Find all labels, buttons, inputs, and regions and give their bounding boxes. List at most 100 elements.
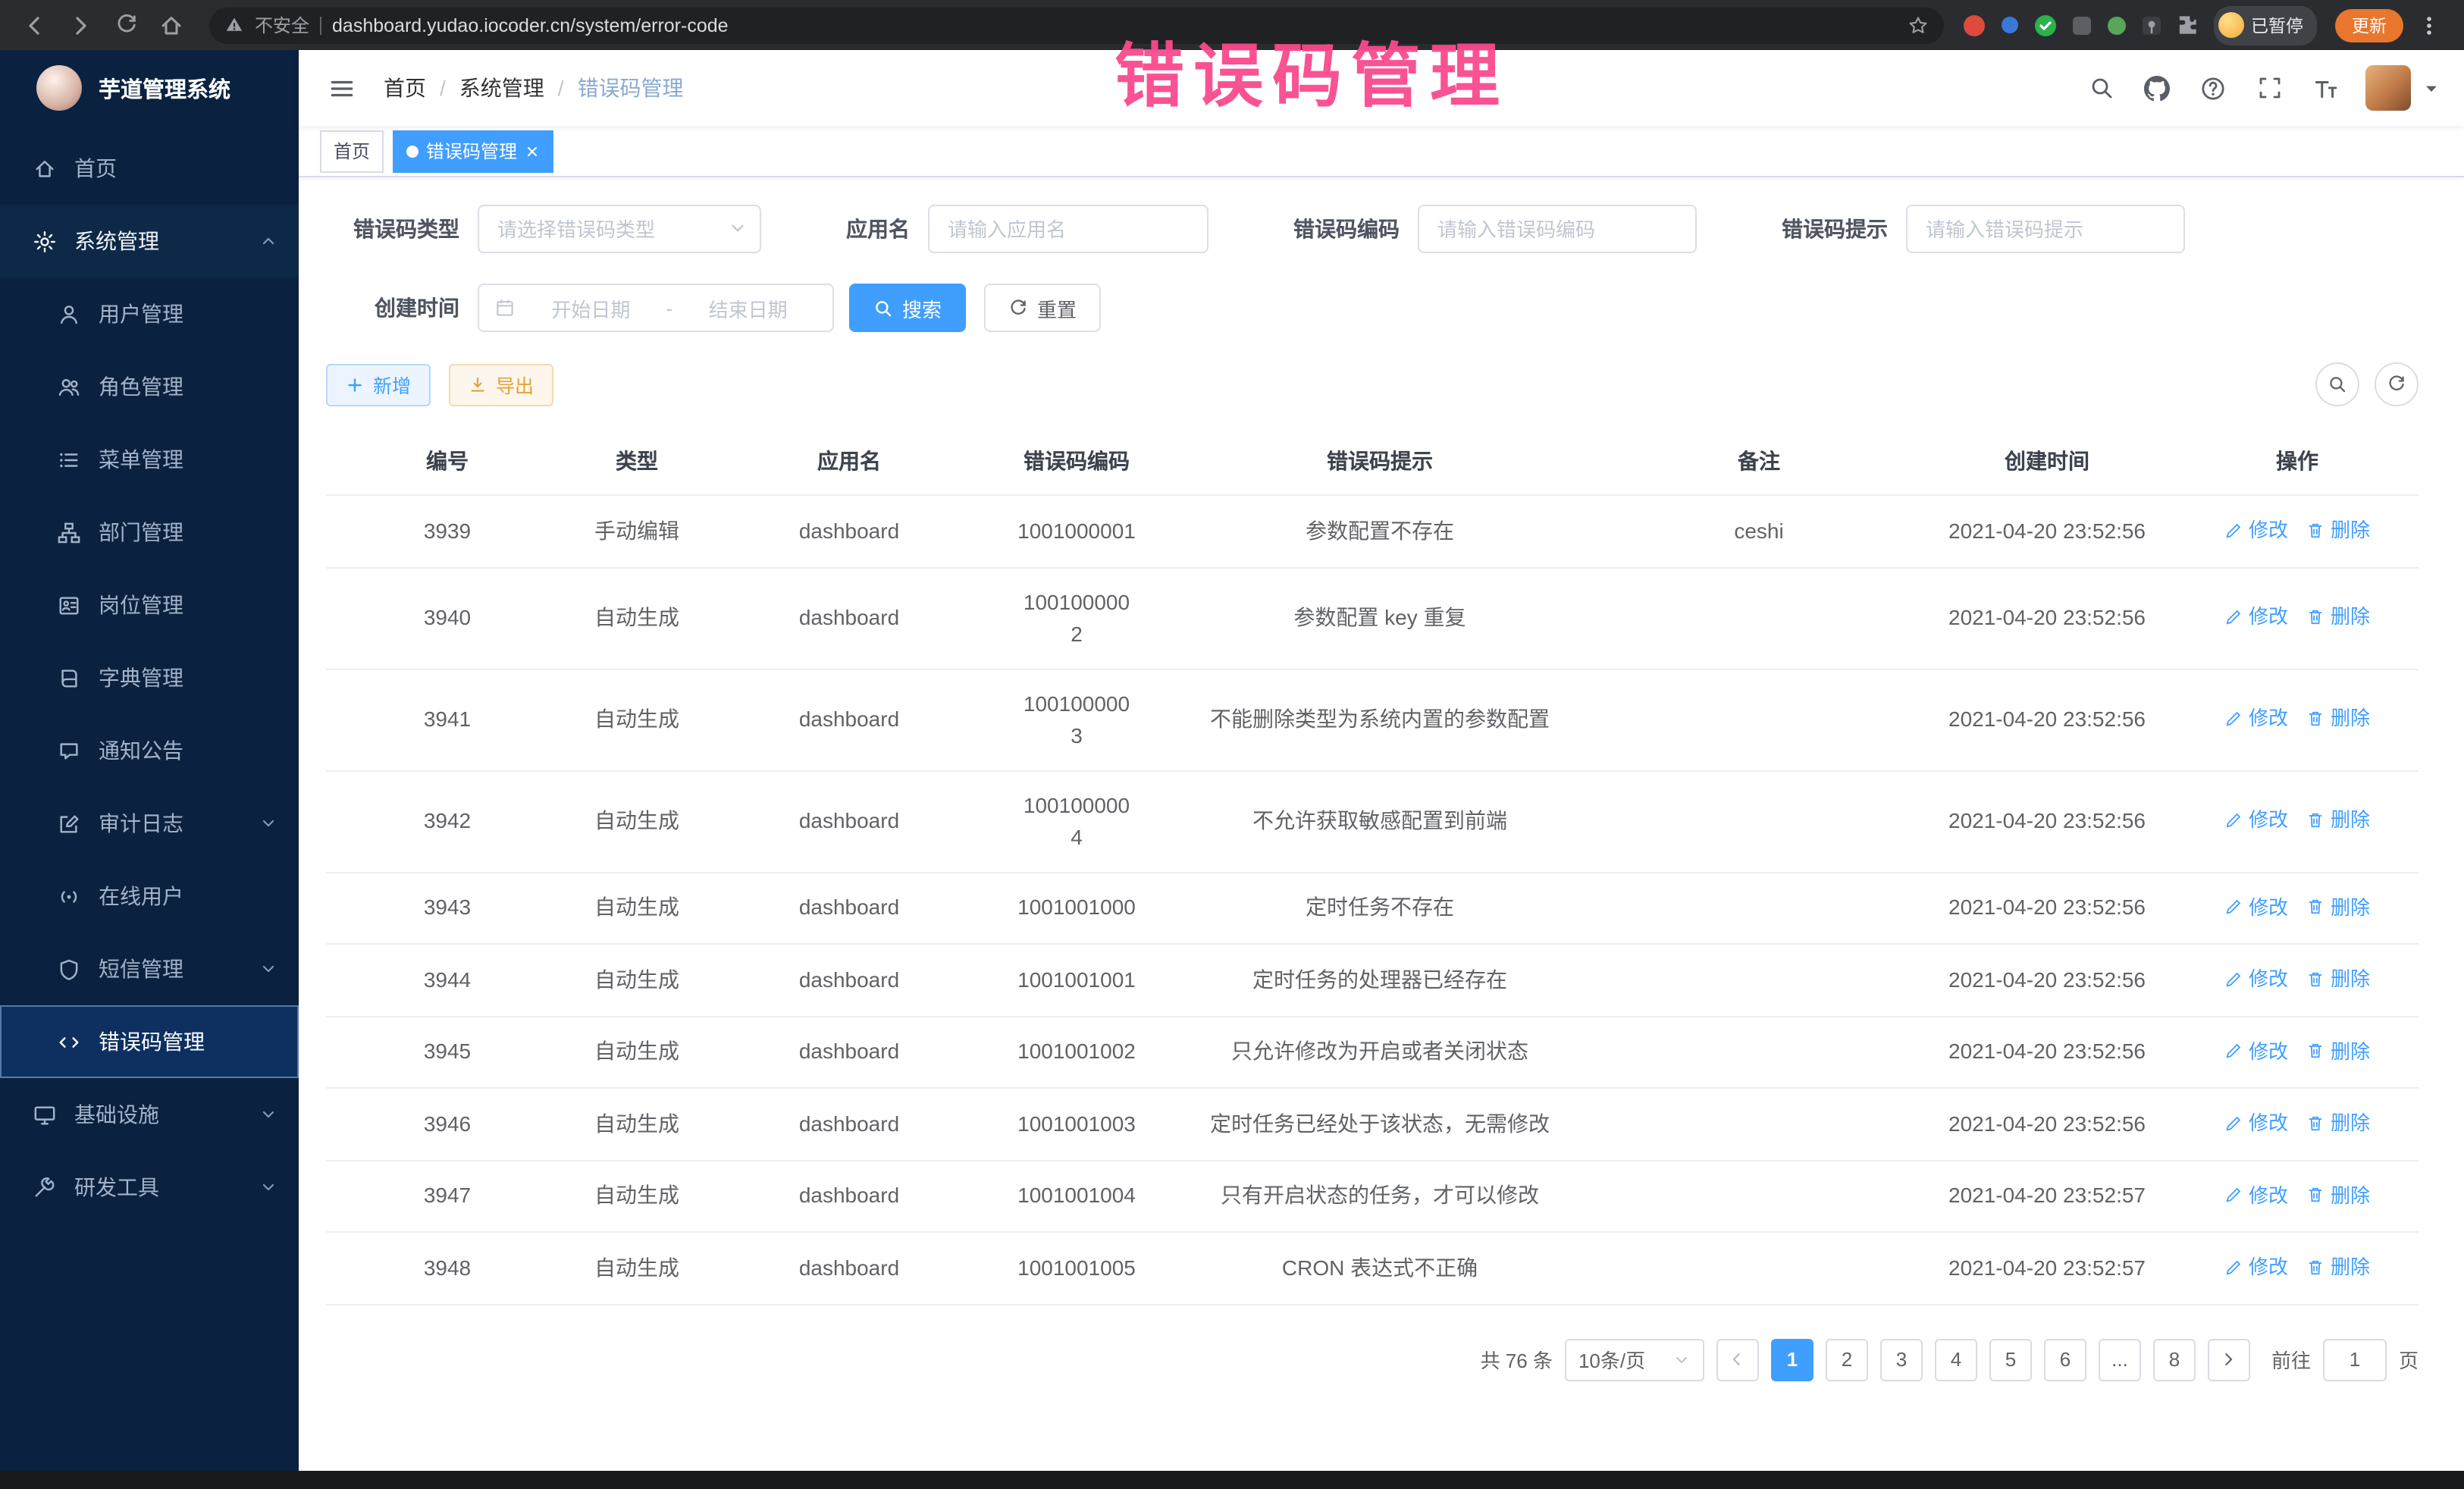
- github-icon[interactable]: [2132, 63, 2182, 113]
- extension-icon-green-leaf[interactable]: [2105, 14, 2127, 36]
- sidebar-item-posts[interactable]: 岗位管理: [0, 569, 299, 641]
- error-code-input[interactable]: [1418, 205, 1697, 253]
- profile-paused-badge[interactable]: 已暂停: [2213, 5, 2317, 45]
- chrome-update-button[interactable]: 更新: [2335, 8, 2403, 42]
- add-button[interactable]: 新增: [326, 363, 431, 406]
- page-button-6[interactable]: 6: [2044, 1338, 2086, 1381]
- delete-link[interactable]: 删除: [2306, 1251, 2370, 1283]
- page-size-select[interactable]: 10条/页: [1565, 1338, 1704, 1381]
- tab-error-codes[interactable]: 错误码管理: [393, 130, 553, 172]
- sidebar-item-dictionary[interactable]: 字典管理: [0, 641, 299, 714]
- breadcrumb-separator: /: [558, 76, 564, 100]
- delete-link[interactable]: 删除: [2306, 514, 2370, 546]
- tab-home[interactable]: 首页: [320, 130, 384, 172]
- user-avatar[interactable]: [2365, 65, 2411, 111]
- sidebar-item-users[interactable]: 用户管理: [0, 277, 299, 350]
- top-navbar: 首页 / 系统管理 / 错误码管理: [299, 50, 2464, 126]
- url-text[interactable]: dashboard.yudao.iocoder.cn/system/error-…: [332, 14, 1896, 36]
- extension-icon-red[interactable]: [1961, 13, 1986, 37]
- search-button[interactable]: 搜索: [849, 284, 966, 332]
- sidebar-item-menus[interactable]: 菜单管理: [0, 423, 299, 496]
- sidebar-item-error-codes[interactable]: 错误码管理: [0, 1005, 299, 1078]
- jump-page-input[interactable]: [2323, 1338, 2387, 1381]
- edit-link[interactable]: 修改: [2224, 1179, 2288, 1211]
- sidebar-item-home[interactable]: 首页: [0, 132, 299, 205]
- page-button-4[interactable]: 4: [1935, 1338, 1977, 1381]
- edit-link[interactable]: 修改: [2224, 703, 2288, 735]
- cell-type: 自动生成: [569, 872, 705, 944]
- search-icon[interactable]: [2076, 63, 2126, 113]
- sidebar-item-sms[interactable]: 短信管理: [0, 933, 299, 1005]
- page-button-1[interactable]: 1: [1771, 1338, 1814, 1381]
- extension-icon-green-check[interactable]: [2033, 13, 2057, 37]
- cell-time: 2021-04-20 23:52:56: [1918, 872, 2176, 944]
- sidebar-item-departments[interactable]: 部门管理: [0, 496, 299, 569]
- sidebar-item-system[interactable]: 系统管理: [0, 205, 299, 277]
- reset-button[interactable]: 重置: [984, 284, 1101, 332]
- close-icon[interactable]: [525, 143, 540, 158]
- edit-link[interactable]: 修改: [2224, 514, 2288, 546]
- delete-link[interactable]: 删除: [2306, 703, 2370, 735]
- edit-link[interactable]: 修改: [2224, 1035, 2288, 1067]
- extension-icon-dark-pin[interactable]: [2140, 14, 2161, 36]
- address-bar[interactable]: 不安全 dashboard.yudao.iocoder.cn/system/er…: [209, 7, 1943, 43]
- sidebar-item-infrastructure[interactable]: 基础设施: [0, 1078, 299, 1151]
- forward-icon[interactable]: [61, 5, 100, 45]
- sidebar-item-roles[interactable]: 角色管理: [0, 350, 299, 423]
- help-icon[interactable]: [2188, 63, 2238, 113]
- next-page-button[interactable]: [2208, 1338, 2250, 1381]
- sidebar-item-label: 研发工具: [74, 1172, 159, 1202]
- export-button[interactable]: 导出: [449, 363, 553, 406]
- caret-down-icon[interactable]: [2423, 80, 2440, 96]
- fullscreen-icon[interactable]: [2244, 63, 2294, 113]
- kebab-menu-icon[interactable]: [2409, 5, 2449, 45]
- extension-icon-blue[interactable]: [1999, 15, 2019, 35]
- page-button-5[interactable]: 5: [1989, 1338, 2032, 1381]
- delete-link[interactable]: 删除: [2306, 804, 2370, 836]
- sidebar-item-dev-tools[interactable]: 研发工具: [0, 1151, 299, 1224]
- app-name-input[interactable]: [928, 205, 1208, 253]
- delete-link[interactable]: 删除: [2306, 1035, 2370, 1067]
- font-size-icon[interactable]: [2300, 63, 2350, 113]
- page-ellipsis[interactable]: ...: [2099, 1338, 2141, 1381]
- delete-link[interactable]: 删除: [2306, 1179, 2370, 1211]
- delete-link[interactable]: 删除: [2306, 891, 2370, 923]
- sidebar-item-online-users[interactable]: 在线用户: [0, 860, 299, 933]
- reload-icon[interactable]: [106, 5, 146, 45]
- page-button-8[interactable]: 8: [2153, 1338, 2196, 1381]
- edit-link[interactable]: 修改: [2224, 1251, 2288, 1283]
- date-range-picker[interactable]: 开始日期 - 结束日期: [478, 284, 834, 332]
- delete-link[interactable]: 删除: [2306, 963, 2370, 995]
- edit-link[interactable]: 修改: [2224, 804, 2288, 836]
- error-hint-input[interactable]: [1906, 205, 2185, 253]
- col-actions: 操作: [2176, 428, 2419, 495]
- delete-link[interactable]: 删除: [2306, 601, 2370, 633]
- error-type-input[interactable]: [478, 205, 761, 253]
- edit-link[interactable]: 修改: [2224, 601, 2288, 633]
- page-button-3[interactable]: 3: [1880, 1338, 1923, 1381]
- delete-link[interactable]: 删除: [2306, 1107, 2370, 1139]
- extension-icon-gray-square[interactable]: [2071, 14, 2092, 36]
- puzzle-extensions-icon[interactable]: [2175, 14, 2198, 36]
- hamburger-icon[interactable]: [323, 69, 361, 107]
- edit-link[interactable]: 修改: [2224, 891, 2288, 923]
- prev-page-button[interactable]: [1716, 1338, 1759, 1381]
- breadcrumb: 首页 / 系统管理 / 错误码管理: [384, 73, 684, 103]
- show-search-icon-button[interactable]: [2315, 362, 2359, 406]
- breadcrumb-home[interactable]: 首页: [384, 73, 426, 103]
- gear-icon: [33, 230, 56, 252]
- sidebar-item-notices[interactable]: 通知公告: [0, 714, 299, 787]
- back-icon[interactable]: [15, 5, 55, 45]
- bookmark-star-icon[interactable]: [1907, 14, 1928, 36]
- edit-link[interactable]: 修改: [2224, 963, 2288, 995]
- error-type-select[interactable]: [478, 205, 761, 253]
- sidebar-item-audit-logs[interactable]: 审计日志: [0, 787, 299, 860]
- home-icon[interactable]: [152, 5, 191, 45]
- page-button-2[interactable]: 2: [1826, 1338, 1868, 1381]
- security-label[interactable]: 不安全: [255, 12, 309, 38]
- cell-remark: [1600, 669, 1918, 770]
- log-edit-icon: [58, 812, 80, 835]
- breadcrumb-system[interactable]: 系统管理: [459, 73, 544, 103]
- refresh-table-button[interactable]: [2375, 362, 2419, 406]
- edit-link[interactable]: 修改: [2224, 1107, 2288, 1139]
